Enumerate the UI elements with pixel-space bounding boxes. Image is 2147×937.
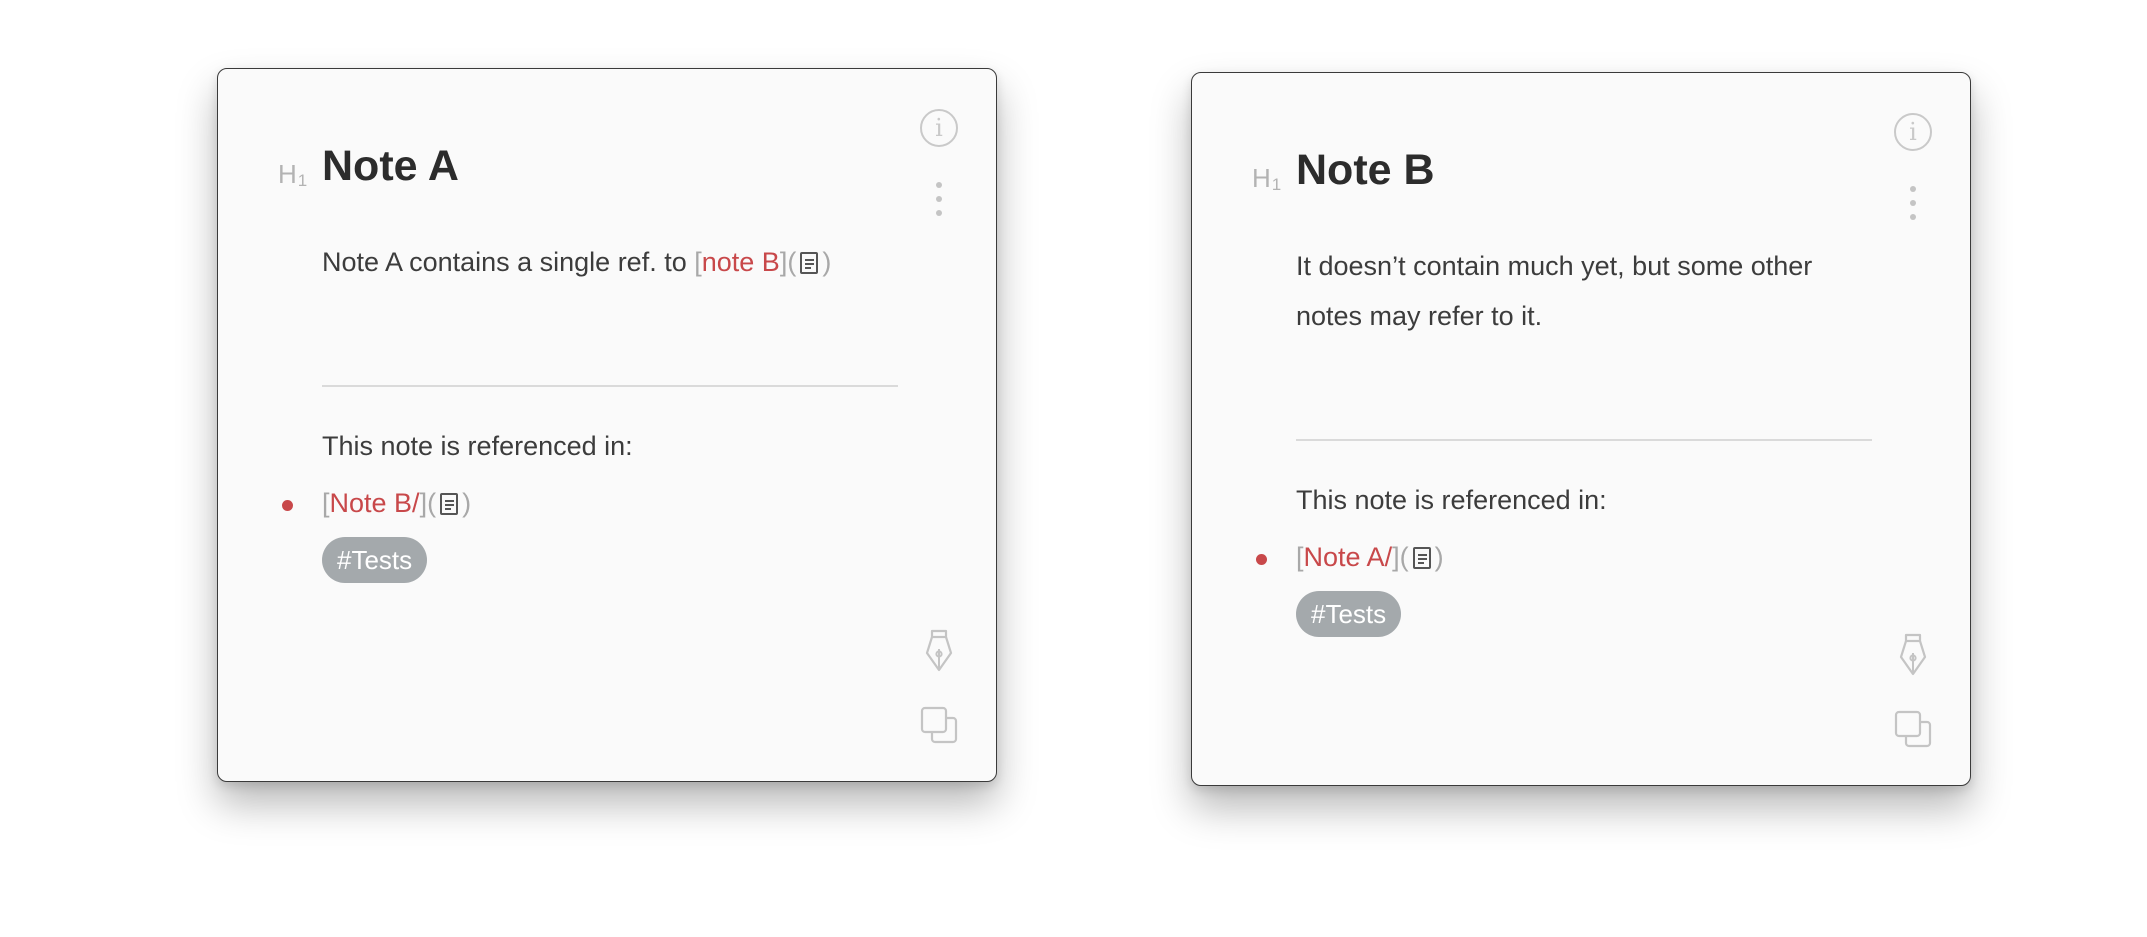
more-vertical-icon[interactable]	[920, 182, 958, 216]
divider	[1296, 439, 1872, 441]
link-bracket-mid: ](	[779, 247, 797, 277]
pen-icon[interactable]	[1894, 631, 1932, 677]
bullet	[1256, 554, 1267, 565]
duplicate-icon[interactable]	[920, 706, 958, 744]
note-title[interactable]: Note A	[322, 141, 459, 193]
divider	[322, 385, 898, 387]
link-bracket-close: )	[462, 488, 472, 518]
note-icon[interactable]	[1412, 547, 1431, 569]
link-bracket-mid: ](	[1392, 542, 1409, 572]
note-window-b: H1 Note B It doesn’t contain much yet, b…	[1191, 72, 1971, 786]
note-link[interactable]: note B	[702, 247, 780, 277]
references-heading: This note is referenced in:	[1296, 485, 1607, 515]
heading-level-marker: H1	[278, 159, 309, 190]
link-bracket-mid: ](	[419, 488, 437, 518]
tag-pill[interactable]: #Tests	[1296, 591, 1402, 637]
body-text: Note A contains a single ref. to	[322, 247, 695, 277]
note-title[interactable]: Note B	[1296, 145, 1435, 197]
link-bracket-close: )	[822, 247, 832, 277]
bullet	[282, 500, 293, 511]
stage: H1 Note A Note A contains a single ref. …	[0, 0, 2147, 937]
reference-link[interactable]: Note B/	[330, 488, 420, 518]
note-window-a: H1 Note A Note A contains a single ref. …	[217, 68, 997, 782]
duplicate-icon[interactable]	[1894, 710, 1932, 748]
more-vertical-icon[interactable]	[1894, 186, 1932, 220]
link-bracket-open: [	[1296, 542, 1304, 572]
link-bracket-close: )	[1434, 542, 1444, 572]
info-icon[interactable]: i	[920, 109, 958, 147]
note-body[interactable]: It doesn’t contain much yet, but some ot…	[1296, 241, 1856, 341]
link-bracket-open: [	[322, 488, 330, 518]
pen-icon[interactable]	[920, 627, 958, 673]
heading-level-marker: H1	[1252, 163, 1283, 194]
note-icon[interactable]	[800, 252, 819, 274]
info-icon[interactable]: i	[1894, 113, 1932, 151]
note-body[interactable]: Note A contains a single ref. to [note B…	[322, 237, 902, 287]
note-icon[interactable]	[440, 493, 459, 515]
reference-link[interactable]: Note A/	[1304, 542, 1393, 572]
link-bracket-open: [	[694, 247, 702, 277]
tag-pill[interactable]: #Tests	[322, 537, 428, 583]
references-heading: This note is referenced in:	[322, 431, 633, 461]
reference-list-item: [Note B/]()	[282, 488, 472, 519]
reference-list-item: [Note A/]()	[1256, 542, 1444, 573]
